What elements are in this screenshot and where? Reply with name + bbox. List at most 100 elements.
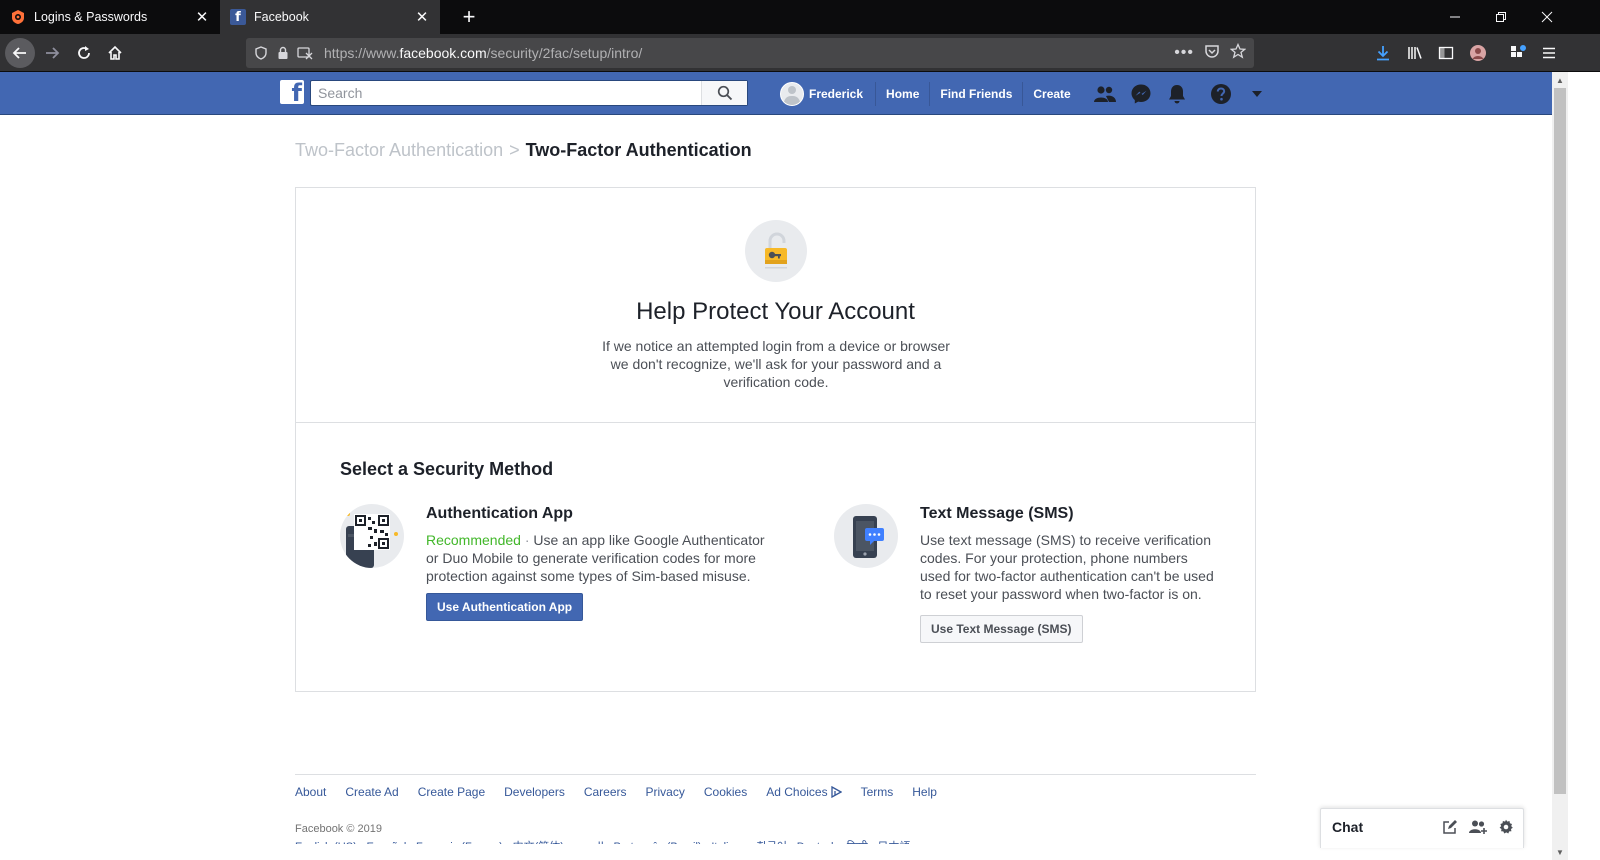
facebook-header: f Frederick Home Find Friends Create bbox=[0, 72, 1552, 115]
account-menu-caret-icon[interactable] bbox=[1239, 72, 1275, 115]
auth-app-description-block: Recommended · Use an app like Google Aut… bbox=[426, 531, 771, 585]
tab-facebook[interactable]: f Facebook ✕ bbox=[220, 0, 440, 34]
chat-actions bbox=[1441, 818, 1515, 836]
auth-app-title: Authentication App bbox=[426, 505, 573, 522]
profile-name: Frederick bbox=[809, 86, 864, 101]
footer-link-cookies[interactable]: Cookies bbox=[704, 785, 747, 799]
auth-app-body: Authentication App Recommended · Use an … bbox=[426, 504, 771, 621]
window-edge bbox=[1568, 72, 1600, 860]
search-button[interactable] bbox=[701, 81, 747, 105]
scroll-down-arrow-icon[interactable]: ▼ bbox=[1552, 844, 1568, 860]
create-group-icon[interactable] bbox=[1469, 818, 1487, 836]
footer-link-terms[interactable]: Terms bbox=[861, 785, 894, 799]
close-window-icon[interactable] bbox=[1524, 0, 1570, 34]
downloads-icon[interactable] bbox=[1368, 38, 1398, 68]
sms-description: Use text message (SMS) to receive verifi… bbox=[920, 532, 1214, 602]
hamburger-menu-icon[interactable] bbox=[1534, 38, 1564, 68]
permissions-icon[interactable] bbox=[294, 38, 316, 68]
hero-description: If we notice an attempted login from a d… bbox=[602, 338, 950, 390]
footer-link-about[interactable]: About bbox=[295, 785, 326, 799]
notifications-bell-icon[interactable] bbox=[1159, 72, 1195, 115]
new-message-compose-icon[interactable] bbox=[1441, 818, 1459, 836]
url-path: /security/2fac/setup/intro/ bbox=[486, 45, 643, 61]
two-factor-card: Help Protect Your Account If we notice a… bbox=[295, 187, 1256, 692]
profile-link[interactable]: Frederick bbox=[780, 81, 877, 106]
page-scrollbar[interactable]: ▲ ▼ bbox=[1552, 72, 1568, 860]
footer-link-privacy[interactable]: Privacy bbox=[646, 785, 685, 799]
breadcrumb-parent-link[interactable]: Two-Factor Authentication bbox=[295, 140, 503, 160]
footer-link-create-ad[interactable]: Create Ad bbox=[345, 785, 398, 799]
footer-link-create-page[interactable]: Create Page bbox=[418, 785, 485, 799]
separator-dot: · bbox=[520, 532, 534, 548]
search-icon bbox=[717, 85, 732, 101]
chat-label: Chat bbox=[1332, 819, 1364, 835]
chat-settings-gear-icon[interactable] bbox=[1497, 818, 1515, 836]
scroll-up-arrow-icon[interactable]: ▲ bbox=[1552, 72, 1568, 88]
footer-link-developers[interactable]: Developers bbox=[504, 785, 565, 799]
breadcrumb-separator: > bbox=[509, 140, 520, 160]
lockwise-icon bbox=[10, 9, 26, 25]
restore-window-icon[interactable] bbox=[1478, 0, 1524, 34]
close-tab-icon[interactable]: ✕ bbox=[414, 9, 430, 26]
close-tab-icon[interactable]: ✕ bbox=[194, 9, 210, 26]
sms-phone-message-icon bbox=[834, 504, 898, 568]
bookmark-star-icon[interactable] bbox=[1229, 42, 1247, 64]
use-text-message-button[interactable]: Use Text Message (SMS) bbox=[920, 615, 1083, 643]
ad-choices-icon bbox=[830, 786, 842, 798]
footer-links: About Create Ad Create Page Developers C… bbox=[295, 785, 937, 799]
facebook-nav: Frederick Home Find Friends Create bbox=[780, 72, 1275, 115]
reload-icon[interactable] bbox=[69, 38, 99, 68]
new-tab-plus-icon[interactable]: + bbox=[456, 4, 482, 30]
tab-logins-passwords[interactable]: Logins & Passwords ✕ bbox=[0, 0, 220, 34]
home-icon[interactable] bbox=[100, 38, 130, 68]
url-prefix: https://www. bbox=[324, 45, 400, 61]
avatar bbox=[780, 81, 804, 106]
unlocked-padlock-key-icon bbox=[745, 220, 807, 282]
help-question-icon[interactable] bbox=[1203, 72, 1239, 115]
sms-title: Text Message (SMS) bbox=[920, 505, 1074, 522]
card-divider bbox=[296, 422, 1255, 423]
language-links[interactable]: English (US) · Español · Français (Franc… bbox=[295, 838, 910, 844]
back-arrow-icon[interactable] bbox=[5, 38, 35, 68]
extensions-icon[interactable] bbox=[1503, 38, 1533, 68]
nav-find-friends-link[interactable]: Find Friends bbox=[930, 81, 1024, 106]
url-text[interactable]: https://www.facebook.com/security/2fac/s… bbox=[324, 45, 642, 61]
facebook-favicon-icon: f bbox=[230, 9, 246, 25]
chat-sidebar-tab[interactable]: Chat bbox=[1320, 808, 1524, 848]
page-actions-more-icon[interactable]: ••• bbox=[1174, 44, 1194, 62]
page-title: Two-Factor Authentication bbox=[525, 140, 752, 160]
url-host: facebook.com bbox=[399, 45, 487, 61]
recommended-label: Recommended bbox=[426, 532, 521, 548]
facebook-logo-icon[interactable]: f bbox=[280, 80, 304, 104]
sidebar-icon[interactable] bbox=[1431, 38, 1461, 68]
scroll-thumb[interactable] bbox=[1554, 88, 1566, 794]
nav-home-link[interactable]: Home bbox=[876, 81, 931, 106]
sms-body: Text Message (SMS) Use text message (SMS… bbox=[920, 504, 1216, 643]
hero-title: Help Protect Your Account bbox=[636, 298, 915, 325]
tab-label: Logins & Passwords bbox=[34, 10, 148, 24]
browser-toolbar: https://www.facebook.com/security/2fac/s… bbox=[0, 34, 1600, 72]
tab-label: Facebook bbox=[254, 10, 309, 24]
footer-link-help[interactable]: Help bbox=[912, 785, 937, 799]
url-bar[interactable]: https://www.facebook.com/security/2fac/s… bbox=[246, 38, 1254, 68]
nav-create-link[interactable]: Create bbox=[1023, 82, 1080, 106]
footer-link-ad-choices[interactable]: Ad Choices bbox=[766, 785, 842, 799]
account-avatar-icon[interactable] bbox=[1463, 38, 1493, 68]
padlock-icon[interactable] bbox=[272, 38, 294, 68]
library-icon[interactable] bbox=[1400, 38, 1430, 68]
friend-requests-icon[interactable] bbox=[1087, 72, 1123, 115]
use-authentication-app-button[interactable]: Use Authentication App bbox=[426, 593, 584, 621]
footer-link-careers[interactable]: Careers bbox=[584, 785, 627, 799]
facebook-search bbox=[310, 80, 748, 106]
footer-divider bbox=[295, 774, 1256, 775]
search-input[interactable] bbox=[311, 81, 703, 105]
browser-tab-bar: Logins & Passwords ✕ f Facebook ✕ + bbox=[0, 0, 1600, 34]
authenticator-qr-phone-icon bbox=[340, 504, 404, 568]
copyright-text: Facebook © 2019 bbox=[295, 823, 382, 835]
messenger-icon[interactable] bbox=[1123, 72, 1159, 115]
minimize-window-icon[interactable] bbox=[1432, 0, 1478, 34]
ad-choices-label: Ad Choices bbox=[766, 785, 828, 799]
pocket-icon[interactable] bbox=[1204, 43, 1220, 64]
tracking-shield-icon[interactable] bbox=[250, 38, 272, 68]
forward-arrow-icon[interactable] bbox=[37, 38, 67, 68]
